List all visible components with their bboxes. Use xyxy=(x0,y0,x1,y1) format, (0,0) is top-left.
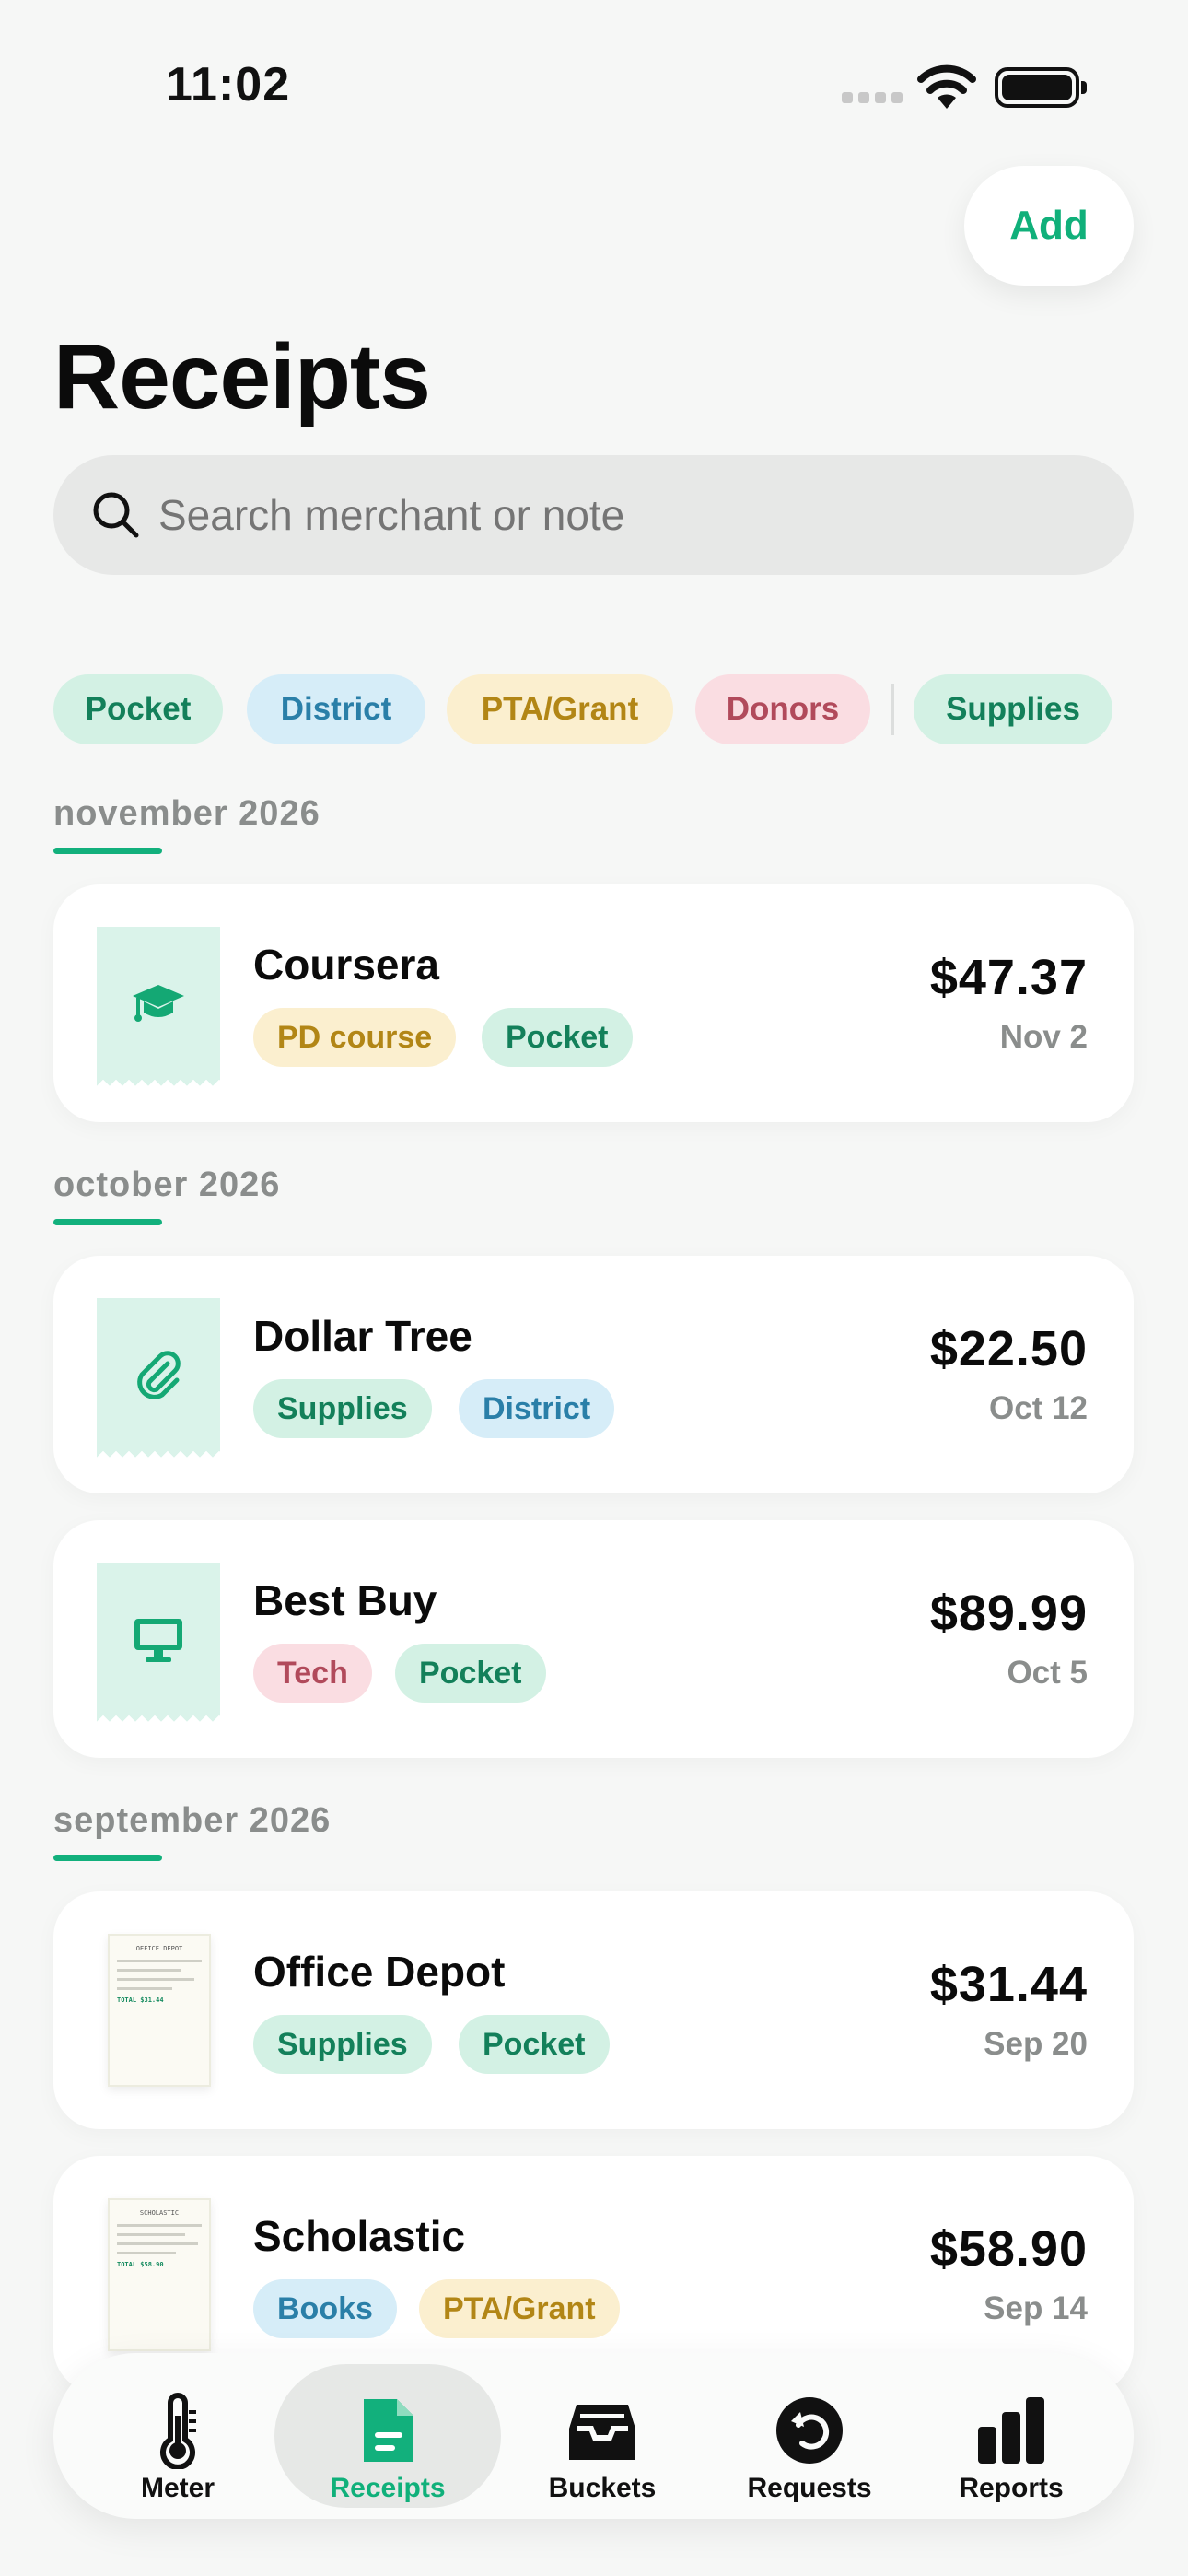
receipt-thumbnail xyxy=(97,927,220,1089)
inbox-tray-icon xyxy=(569,2405,635,2460)
category-tag: PD course xyxy=(253,1008,457,1067)
add-button[interactable]: Add xyxy=(964,166,1134,286)
merchant-name: Coursera xyxy=(253,941,439,989)
tab-label: Reports xyxy=(959,2473,1064,2503)
bucket-tag: PTA/Grant xyxy=(419,2279,620,2338)
receipt-date: Sep 20 xyxy=(984,2026,1088,2062)
receipt-amount: $22.50 xyxy=(929,1321,1088,1376)
receipt-photo-header: SCHOLASTIC xyxy=(139,2209,180,2217)
receipt-date: Oct 5 xyxy=(1007,1655,1088,1691)
section-underline xyxy=(53,1855,162,1861)
tab-buckets[interactable]: Buckets xyxy=(510,2364,694,2508)
tab-bar: Meter Receipts Buckets Requests Reports xyxy=(53,2353,1134,2519)
category-tag: Tech xyxy=(253,1644,372,1703)
tab-meter[interactable]: Meter xyxy=(90,2364,265,2508)
receipt-photo-total: TOTAL $58.90 xyxy=(117,2261,164,2268)
tab-label: Meter xyxy=(140,2473,215,2503)
bar-chart-icon xyxy=(978,2397,1044,2464)
thermometer-icon xyxy=(160,2393,196,2469)
filter-chip-pta-grant[interactable]: PTA/Grant xyxy=(447,674,673,744)
monitor-icon xyxy=(134,1619,182,1662)
section-underline xyxy=(53,1219,162,1225)
search-bar[interactable] xyxy=(53,455,1134,575)
receipt-photo: SCHOLASTIC TOTAL $58.90 xyxy=(108,2198,211,2351)
category-tag: Supplies xyxy=(253,1379,432,1438)
merchant-name: Office Depot xyxy=(253,1948,506,1996)
battery-icon xyxy=(995,67,1087,108)
tab-receipts[interactable]: Receipts xyxy=(274,2364,501,2508)
receipt-amount: $89.99 xyxy=(929,1586,1088,1641)
receipt-date: Oct 12 xyxy=(989,1390,1088,1426)
graduation-cap-icon xyxy=(133,985,184,1022)
tab-reports[interactable]: Reports xyxy=(919,2364,1103,2508)
receipt-card[interactable]: Dollar Tree Supplies District $22.50 Oct… xyxy=(53,1256,1134,1493)
section-header: september 2026 xyxy=(53,1801,332,1840)
filter-chip-row: Pocket District PTA/Grant Donors Supplie… xyxy=(53,674,1159,744)
wifi-icon xyxy=(917,64,976,109)
filter-divider xyxy=(891,684,894,735)
receipt-thumbnail xyxy=(97,1298,220,1460)
receipt-card[interactable]: Best Buy Tech Pocket $89.99 Oct 5 xyxy=(53,1520,1134,1758)
bucket-tag: District xyxy=(459,1379,615,1438)
receipt-date: Sep 14 xyxy=(984,2290,1088,2326)
cellular-signal-icon xyxy=(842,92,903,105)
status-time: 11:02 xyxy=(166,58,291,111)
tab-requests[interactable]: Requests xyxy=(713,2364,906,2508)
receipt-card[interactable]: Coursera PD course Pocket $47.37 Nov 2 xyxy=(53,884,1134,1122)
paperclip-icon xyxy=(137,1351,181,1399)
receipt-amount: $47.37 xyxy=(929,950,1088,1005)
bucket-tag: Pocket xyxy=(459,2015,610,2074)
receipt-photo-header: OFFICE DEPOT xyxy=(135,1945,183,1952)
search-input[interactable] xyxy=(158,455,1079,575)
page-title: Receipts xyxy=(53,325,431,428)
bucket-tag: Pocket xyxy=(482,1008,633,1067)
filter-chip-district[interactable]: District xyxy=(247,674,425,744)
tab-label: Buckets xyxy=(548,2473,657,2503)
filter-chip-supplies[interactable]: Supplies xyxy=(914,674,1112,744)
merchant-name: Scholastic xyxy=(253,2212,466,2260)
receipt-card[interactable]: OFFICE DEPOT TOTAL $31.44 Office Depot S… xyxy=(53,1891,1134,2129)
receipt-photo-total: TOTAL $31.44 xyxy=(117,1996,164,2004)
receipt-date: Nov 2 xyxy=(999,1019,1088,1055)
merchant-name: Dollar Tree xyxy=(253,1312,472,1360)
section-underline xyxy=(53,848,162,854)
receipt-photo: OFFICE DEPOT TOTAL $31.44 xyxy=(108,1934,211,2087)
tab-label: Requests xyxy=(747,2473,872,2503)
category-tag: Supplies xyxy=(253,2015,432,2074)
receipt-thumbnail xyxy=(97,1563,220,1725)
receipt-amount: $58.90 xyxy=(929,2221,1088,2277)
bucket-tag: Pocket xyxy=(395,1644,546,1703)
receipt-amount: $31.44 xyxy=(929,1957,1088,2012)
filter-chip-donors[interactable]: Donors xyxy=(695,674,870,744)
category-tag: Books xyxy=(253,2279,397,2338)
status-bar: 11:02 xyxy=(0,0,1188,175)
tab-label: Receipts xyxy=(330,2473,446,2503)
section-header: october 2026 xyxy=(53,1165,281,1204)
return-arrow-icon xyxy=(776,2397,843,2464)
filter-chip-pocket[interactable]: Pocket xyxy=(53,674,223,744)
section-header: november 2026 xyxy=(53,794,320,833)
receipt-doc-icon xyxy=(364,2399,413,2462)
merchant-name: Best Buy xyxy=(253,1576,437,1624)
search-icon xyxy=(93,492,139,538)
